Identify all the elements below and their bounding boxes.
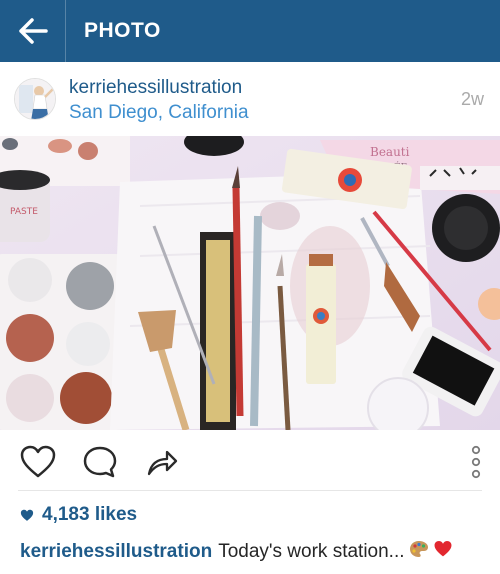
back-button[interactable] <box>0 0 66 62</box>
post-user-block: kerriehessillustration San Diego, Califo… <box>69 77 249 125</box>
more-options-button[interactable] <box>456 442 496 482</box>
caption-text: Today's work station... <box>218 541 405 562</box>
likes-row[interactable]: 4,183 likes <box>20 504 137 526</box>
heart-filled-icon <box>20 509 34 521</box>
comment-bubble-icon <box>83 446 117 478</box>
post-timestamp: 2w <box>460 89 484 109</box>
post-username[interactable]: kerriehessillustration <box>69 77 249 99</box>
post-actions <box>0 438 500 486</box>
app-bar: PHOTO <box>0 0 500 62</box>
post-location[interactable]: San Diego, California <box>69 101 249 125</box>
caption: kerriehessillustration Today's work stat… <box>20 540 453 564</box>
likes-count[interactable]: 4,183 likes <box>42 504 137 526</box>
post-header: kerriehessillustration San Diego, Califo… <box>0 62 500 136</box>
page-title: PHOTO <box>84 19 161 42</box>
red-heart-icon <box>433 540 453 564</box>
share-button[interactable] <box>142 442 182 482</box>
share-arrow-icon <box>147 450 178 476</box>
heart-outline-icon <box>20 445 56 478</box>
avatar[interactable] <box>14 78 56 120</box>
comment-button[interactable] <box>80 442 120 482</box>
svg-text:Beauti: Beauti <box>370 145 410 159</box>
palette-icon <box>409 540 429 564</box>
arrow-left-icon <box>18 18 48 44</box>
divider <box>18 490 482 491</box>
caption-username[interactable]: kerriehessillustration <box>20 541 212 563</box>
post-photo[interactable]: PASTE Beauti <box>0 136 500 430</box>
like-button[interactable] <box>18 442 58 482</box>
svg-text:PASTE: PASTE <box>10 207 38 217</box>
more-vertical-icon <box>471 445 481 479</box>
